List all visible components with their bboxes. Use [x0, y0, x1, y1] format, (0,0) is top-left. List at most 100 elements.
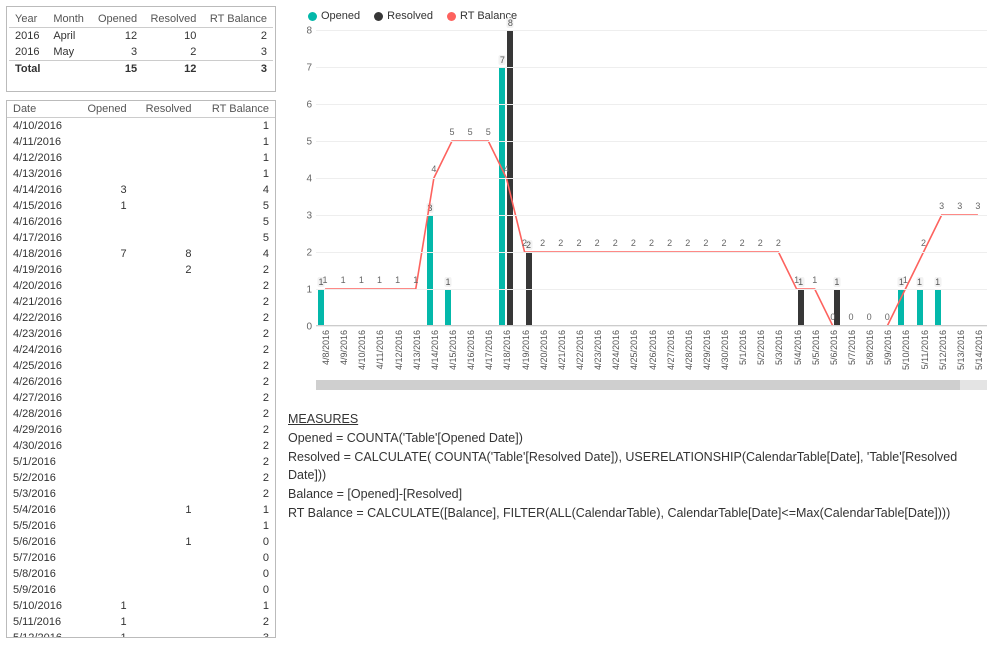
table-row[interactable]: 4/17/20165: [7, 230, 275, 246]
y-tick-label: 1: [294, 285, 312, 296]
line-point-label: 2: [649, 238, 654, 248]
line-point-label: 2: [740, 238, 745, 248]
table-row[interactable]: 4/29/20162: [7, 422, 275, 438]
line-point-label: 1: [359, 275, 364, 285]
table-row[interactable]: 5/7/20160: [7, 550, 275, 566]
dcol-opened[interactable]: Opened: [75, 101, 132, 118]
x-tick-label: 5/7/2016: [847, 330, 857, 365]
table-row[interactable]: 4/26/20162: [7, 374, 275, 390]
x-tick-label: 4/19/2016: [521, 330, 531, 370]
rt-balance-line[interactable]: [325, 141, 978, 326]
table-row[interactable]: 5/4/201611: [7, 502, 275, 518]
line-point-label: 2: [921, 238, 926, 248]
x-tick-label: 5/10/2016: [901, 330, 911, 370]
chart-legend[interactable]: Opened Resolved RT Balance: [288, 6, 993, 26]
table-row[interactable]: 5/6/201610: [7, 534, 275, 550]
x-tick-label: 5/13/2016: [956, 330, 966, 370]
x-tick-label: 4/8/2016: [321, 330, 331, 365]
line-point-label: 1: [323, 275, 328, 285]
table-row[interactable]: 4/22/20162: [7, 310, 275, 326]
dcol-date[interactable]: Date: [7, 101, 75, 118]
combo-chart[interactable]: 13178211111 1111114555422222222222222211…: [288, 26, 993, 376]
dcol-resolved[interactable]: Resolved: [133, 101, 198, 118]
line-point-label: 1: [413, 275, 418, 285]
table-row[interactable]: 4/25/20162: [7, 358, 275, 374]
detail-table[interactable]: Date Opened Resolved RT Balance 4/10/201…: [6, 100, 276, 638]
col-resolved[interactable]: Resolved: [143, 11, 202, 28]
legend-resolved[interactable]: Resolved: [374, 10, 433, 22]
scrollbar-thumb[interactable]: [316, 380, 960, 390]
measure-line: Resolved = CALCULATE( COUNTA('Table'[Res…: [288, 448, 993, 486]
table-row[interactable]: 2016May323: [9, 44, 273, 61]
table-row[interactable]: 4/19/201622: [7, 262, 275, 278]
table-row[interactable]: 4/13/20161: [7, 166, 275, 182]
table-row[interactable]: 4/20/20162: [7, 278, 275, 294]
gridline: 2: [316, 252, 987, 253]
line-point-label: 2: [758, 238, 763, 248]
x-tick-label: 4/27/2016: [666, 330, 676, 370]
table-row[interactable]: 5/3/20162: [7, 486, 275, 502]
x-tick-label: 5/9/2016: [883, 330, 893, 365]
table-row[interactable]: 4/11/20161: [7, 134, 275, 150]
y-tick-label: 5: [294, 137, 312, 148]
table-row[interactable]: 4/14/201634: [7, 182, 275, 198]
line-point-label: 2: [667, 238, 672, 248]
gridline: 8: [316, 30, 987, 31]
gridline: 5: [316, 141, 987, 142]
measures-text: MEASURES Opened = COUNTA('Table'[Opened …: [288, 410, 993, 523]
x-tick-label: 4/12/2016: [394, 330, 404, 370]
gridline: 6: [316, 104, 987, 105]
table-row[interactable]: 5/10/201611: [7, 598, 275, 614]
x-tick-label: 5/4/2016: [793, 330, 803, 365]
table-row[interactable]: 4/18/2016784: [7, 246, 275, 262]
table-row[interactable]: 2016April12102: [9, 28, 273, 45]
line-point-label: 2: [703, 238, 708, 248]
line-point-label: 0: [830, 312, 835, 322]
table-row[interactable]: 5/1/20162: [7, 454, 275, 470]
line-point-label: 5: [468, 127, 473, 137]
table-row[interactable]: 4/16/20165: [7, 214, 275, 230]
col-rt[interactable]: RT Balance: [202, 11, 273, 28]
table-row[interactable]: 5/8/20160: [7, 566, 275, 582]
table-row[interactable]: 4/24/20162: [7, 342, 275, 358]
x-tick-label: 4/11/2016: [375, 330, 385, 369]
dot-icon: [447, 12, 456, 21]
table-row[interactable]: 5/5/20161: [7, 518, 275, 534]
y-tick-label: 2: [294, 248, 312, 259]
table-row[interactable]: 5/9/20160: [7, 582, 275, 598]
x-tick-label: 4/10/2016: [357, 330, 367, 370]
x-tick-label: 4/25/2016: [629, 330, 639, 370]
table-row[interactable]: 5/11/201612: [7, 614, 275, 630]
x-tick-label: 5/3/2016: [774, 330, 784, 365]
line-point-label: 1: [341, 275, 346, 285]
table-row[interactable]: 4/21/20162: [7, 294, 275, 310]
detail-scroll[interactable]: Date Opened Resolved RT Balance 4/10/201…: [7, 101, 275, 637]
table-row[interactable]: 4/23/20162: [7, 326, 275, 342]
summary-matrix[interactable]: Year Month Opened Resolved RT Balance 20…: [6, 6, 276, 92]
x-tick-label: 4/18/2016: [502, 330, 512, 370]
measures-header: MEASURES: [288, 410, 993, 429]
chart-horizontal-scrollbar[interactable]: [316, 380, 987, 390]
gridline: 7: [316, 67, 987, 68]
table-row[interactable]: 5/2/20162: [7, 470, 275, 486]
line-point-label: 3: [939, 201, 944, 211]
table-row[interactable]: 5/12/201613: [7, 630, 275, 637]
table-row[interactable]: 4/15/201615: [7, 198, 275, 214]
col-year[interactable]: Year: [9, 11, 47, 28]
legend-opened[interactable]: Opened: [308, 10, 360, 22]
table-row[interactable]: 4/10/20161: [7, 118, 275, 135]
table-row[interactable]: 4/28/20162: [7, 406, 275, 422]
dcol-rt[interactable]: RT Balance: [198, 101, 275, 118]
line-point-label: 4: [431, 164, 436, 174]
table-row[interactable]: 4/27/20162: [7, 390, 275, 406]
dot-icon: [308, 12, 317, 21]
x-tick-label: 5/2/2016: [756, 330, 766, 365]
x-tick-label: 5/8/2016: [865, 330, 875, 365]
table-row[interactable]: 4/30/20162: [7, 438, 275, 454]
col-month[interactable]: Month: [47, 11, 91, 28]
gridline: 1: [316, 289, 987, 290]
line-point-label: 2: [631, 238, 636, 248]
col-opened[interactable]: Opened: [91, 11, 143, 28]
table-row[interactable]: 4/12/20161: [7, 150, 275, 166]
line-point-label: 2: [685, 238, 690, 248]
